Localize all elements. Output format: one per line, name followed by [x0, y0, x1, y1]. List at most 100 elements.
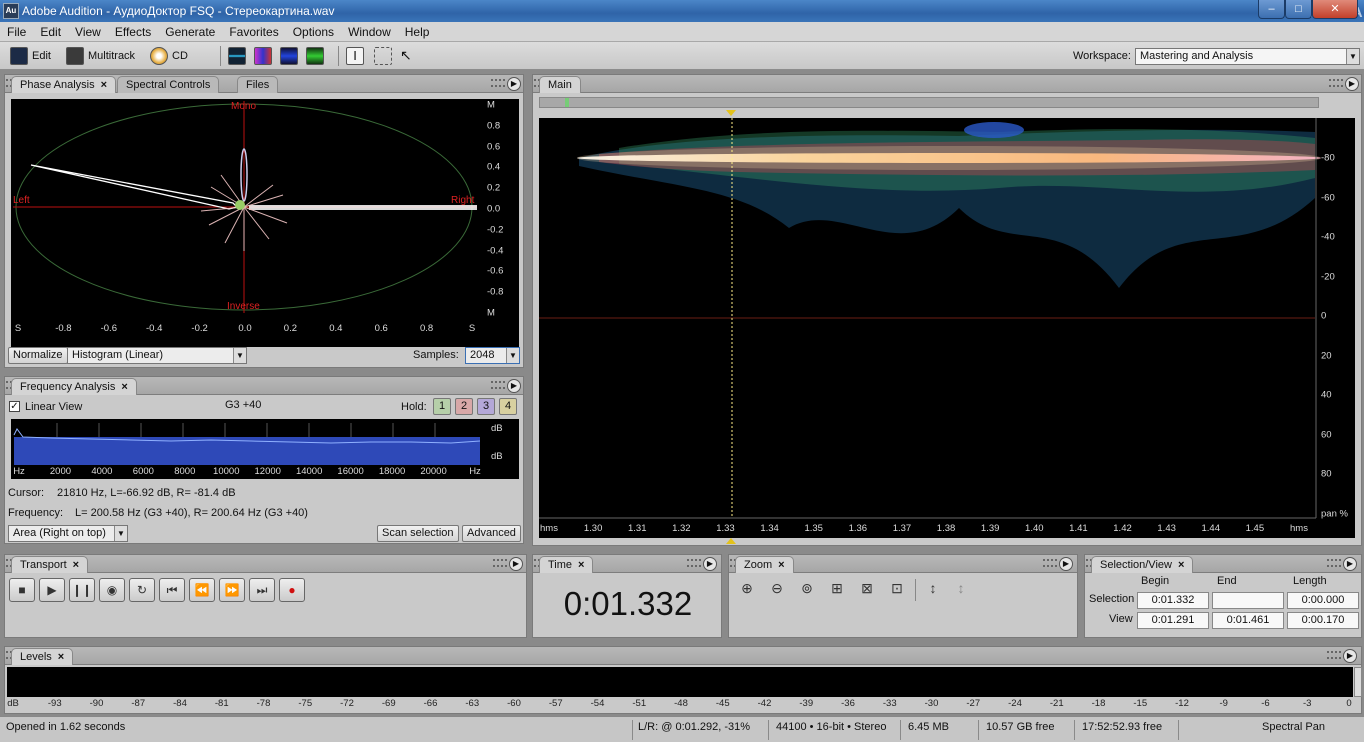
play-button[interactable]: ▶ — [39, 578, 65, 602]
normalize-button[interactable]: Normalize — [8, 347, 68, 364]
panel-grip[interactable] — [687, 559, 701, 567]
panel-grip[interactable] — [1043, 559, 1057, 567]
close-icon[interactable]: × — [101, 79, 107, 91]
menu-generate[interactable]: Generate — [158, 22, 222, 42]
zoom-out-vertical-button[interactable]: ↕ — [949, 577, 973, 601]
zoom-in-vertical-button[interactable]: ↕ — [921, 577, 945, 601]
close-icon[interactable]: × — [121, 381, 127, 393]
edit-view-button[interactable]: Edit — [10, 46, 51, 66]
panel-grip[interactable] — [493, 559, 507, 567]
panel-menu-icon[interactable]: ▶ — [507, 379, 521, 393]
multitrack-view-button[interactable]: Multitrack — [66, 46, 135, 66]
tab-selection-view[interactable]: Selection/View × — [1091, 556, 1194, 573]
menu-edit[interactable]: Edit — [33, 22, 68, 42]
advanced-button[interactable]: Advanced — [462, 525, 521, 542]
hold-button-1[interactable]: 1 — [433, 398, 451, 415]
hold-button-2[interactable]: 2 — [455, 398, 473, 415]
menu-favorites[interactable]: Favorites — [222, 22, 285, 42]
zoom-full-button[interactable]: ⊚ — [795, 577, 819, 601]
level-meter-scrollbar[interactable] — [1354, 667, 1362, 697]
phase-mode-select[interactable]: Histogram (Linear) ▼ — [67, 347, 247, 364]
menu-effects[interactable]: Effects — [108, 22, 158, 42]
app-icon[interactable]: Au — [3, 3, 19, 19]
panel-menu-icon[interactable]: ▶ — [1059, 557, 1073, 571]
record-button[interactable]: ● — [279, 578, 305, 602]
close-icon[interactable]: × — [578, 559, 584, 571]
tab-transport[interactable]: Transport × — [11, 556, 89, 573]
maximize-button[interactable]: □ — [1285, 0, 1312, 19]
minimize-button[interactable]: ‒ — [1258, 0, 1285, 19]
tab-frequency-analysis[interactable]: Frequency Analysis × — [11, 378, 137, 395]
panel-grip[interactable] — [491, 381, 505, 389]
spectral-pan-display[interactable]: -80 -60 -40 -20 0 20 40 60 80 pan % hms 1.30 1.31 1.… — [539, 118, 1355, 538]
panel-grip[interactable] — [1327, 559, 1341, 567]
hold-button-3[interactable]: 3 — [477, 398, 495, 415]
pan-y-tick: -20 — [1321, 271, 1335, 283]
panel-grip[interactable] — [1327, 651, 1341, 659]
menu-help[interactable]: Help — [398, 22, 437, 42]
panel-grip[interactable] — [1329, 79, 1343, 87]
zoom-out-button[interactable]: ⊖ — [765, 577, 789, 601]
spectral-pan-button[interactable] — [280, 46, 302, 66]
scan-selection-button[interactable]: Scan selection — [377, 525, 459, 542]
samples-select[interactable]: 2048 ▼ — [465, 347, 520, 364]
marquee-selection-tool[interactable] — [374, 46, 396, 66]
play-to-end-button[interactable]: ◉ — [99, 578, 125, 602]
time-tabbar: Time × ▶ — [533, 555, 721, 573]
spectral-phase-button[interactable] — [306, 46, 328, 66]
selection-begin-field[interactable]: 0:01.332 — [1137, 592, 1209, 609]
zoom-left-edge-button[interactable]: ⊠ — [855, 577, 879, 601]
view-end-field[interactable]: 0:01.461 — [1212, 612, 1284, 629]
close-icon[interactable]: × — [778, 559, 784, 571]
tab-phase-analysis[interactable]: Phase Analysis × — [11, 76, 117, 93]
loop-button[interactable]: ↻ — [129, 578, 155, 602]
spectral-frequency-button[interactable] — [254, 46, 276, 66]
tab-spectral-controls[interactable]: Spectral Controls — [117, 76, 220, 93]
tab-files[interactable]: Files — [237, 76, 279, 93]
view-begin-field[interactable]: 0:01.291 — [1137, 612, 1209, 629]
view-length-field[interactable]: 0:00.170 — [1287, 612, 1359, 629]
menu-view[interactable]: View — [68, 22, 108, 42]
time-selection-tool[interactable]: I — [346, 46, 368, 66]
panel-menu-icon[interactable]: ▶ — [1343, 649, 1357, 663]
rewind-button[interactable]: ⏪ — [189, 578, 215, 602]
workspace-select[interactable]: Mastering and Analysis ▼ — [1135, 48, 1360, 65]
close-icon[interactable]: × — [1178, 559, 1184, 571]
panel-menu-icon[interactable]: ▶ — [703, 557, 717, 571]
playhead-marker-top[interactable] — [726, 110, 736, 116]
close-icon[interactable]: × — [58, 651, 64, 663]
tab-main[interactable]: Main — [539, 76, 581, 93]
hold-button-4[interactable]: 4 — [499, 398, 517, 415]
linear-view-checkbox[interactable]: ✓ — [9, 401, 20, 412]
waveform-display-button[interactable] — [228, 46, 250, 66]
pause-button[interactable]: ❙❙ — [69, 578, 95, 602]
tab-levels[interactable]: Levels × — [11, 648, 74, 665]
close-button[interactable]: ✕ — [1312, 0, 1358, 19]
menu-file[interactable]: File — [0, 22, 33, 42]
panel-menu-icon[interactable]: ▶ — [507, 77, 521, 91]
zoom-selection-button[interactable]: ⊞ — [825, 577, 849, 601]
panel-menu-icon[interactable]: ▶ — [1343, 557, 1357, 571]
playhead-marker-bottom[interactable] — [726, 538, 736, 544]
menu-options[interactable]: Options — [286, 22, 341, 42]
tab-zoom[interactable]: Zoom × — [735, 556, 794, 573]
lasso-selection-tool[interactable]: ↖ — [400, 46, 422, 66]
fast-forward-button[interactable]: ⏩ — [219, 578, 245, 602]
overview-bar[interactable] — [539, 97, 1319, 108]
zoom-right-edge-button[interactable]: ⊡ — [885, 577, 909, 601]
tab-time[interactable]: Time × — [539, 556, 594, 573]
menu-window[interactable]: Window — [341, 22, 398, 42]
selection-length-field[interactable]: 0:00.000 — [1287, 592, 1359, 609]
panel-menu-icon[interactable]: ▶ — [509, 557, 523, 571]
go-to-end-button[interactable]: ⏭ — [249, 578, 275, 602]
selection-end-field[interactable] — [1212, 592, 1284, 609]
go-to-start-button[interactable]: ⏮ — [159, 578, 185, 602]
panel-grip[interactable] — [491, 79, 505, 87]
area-select[interactable]: Area (Right on top) ▼ — [8, 525, 128, 542]
close-icon[interactable]: × — [73, 559, 79, 571]
zoom-in-button[interactable]: ⊕ — [735, 577, 759, 601]
cd-view-button[interactable]: CD — [150, 46, 188, 66]
panel-menu-icon[interactable]: ▶ — [1345, 77, 1359, 91]
stop-button[interactable]: ■ — [9, 578, 35, 602]
overview-position-handle[interactable] — [565, 98, 569, 107]
